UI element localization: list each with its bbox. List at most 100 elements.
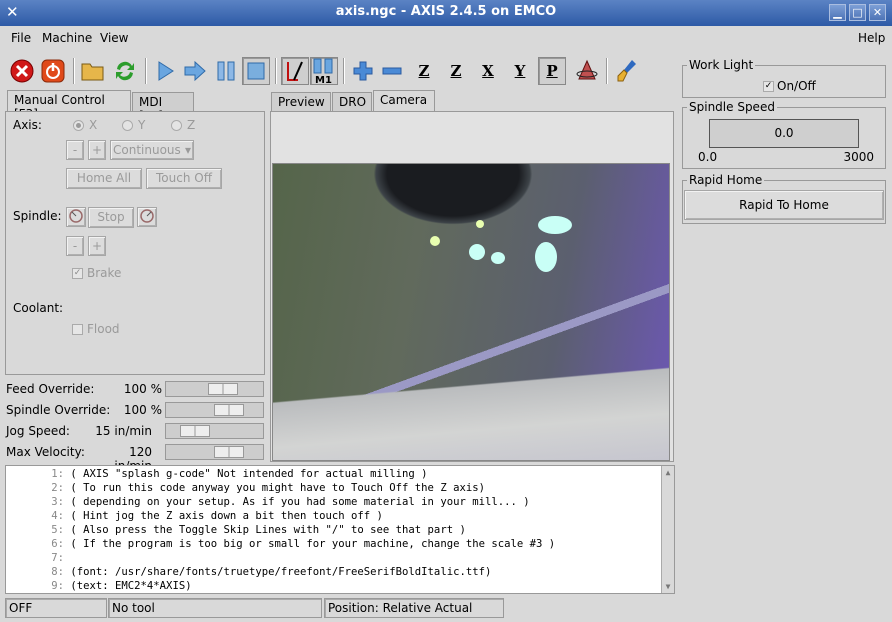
view-p-icon[interactable]: P [538, 57, 566, 85]
reload-icon[interactable] [111, 57, 139, 85]
feed-override-slider[interactable] [165, 381, 264, 397]
code-line[interactable]: 1: ( AXIS "splash g-code" Not intended f… [6, 468, 427, 482]
line-number: 3: [51, 496, 64, 508]
work-light-group: Work Light ✓ On/Off [682, 58, 886, 98]
jog-minus-button[interactable]: - [66, 140, 84, 160]
step-icon[interactable] [181, 57, 209, 85]
rotate-icon[interactable] [573, 57, 601, 85]
rapid-home-group: Rapid Home Rapid To Home [682, 173, 886, 224]
spindle-slower-button[interactable]: - [66, 236, 84, 256]
code-line[interactable]: 7: [6, 552, 70, 566]
code-scrollbar[interactable]: ▲ ▼ [661, 466, 674, 593]
brake-label: Brake [87, 266, 122, 280]
view-z-icon[interactable]: Z [410, 57, 438, 85]
tab-dro[interactable]: DRO [332, 92, 372, 113]
spindle-speed-bar: 0.0 [709, 119, 859, 148]
jog-speed-slider[interactable] [165, 423, 264, 439]
view-z2-icon[interactable]: Z [442, 57, 470, 85]
jog-speed-label: Jog Speed: [6, 424, 70, 438]
flood-checkbox[interactable] [72, 324, 83, 335]
code-text: ( depending on your setup. As if you had… [70, 496, 530, 508]
optional-stop-icon[interactable]: M1 [310, 57, 338, 85]
spindle-faster-button[interactable]: + [88, 236, 106, 256]
menu-file[interactable]: File [11, 31, 31, 45]
minimize-icon[interactable]: ▁ [829, 4, 846, 21]
brake-checkbox[interactable]: ✓ [72, 268, 83, 279]
maximize-icon[interactable]: □ [849, 4, 866, 21]
code-line[interactable]: 3: ( depending on your setup. As if you … [6, 496, 530, 510]
tab-manual-control[interactable]: Manual Control [F3] [7, 90, 131, 121]
zoom-out-icon[interactable] [378, 57, 406, 85]
toolbar-separator [275, 58, 277, 84]
view-y-icon[interactable]: Y [506, 57, 534, 85]
spindle-label: Spindle: [13, 209, 62, 223]
code-line[interactable]: 6: ( If the program is too big or small … [6, 538, 555, 552]
toolbar: M1 Z Z X Y P [0, 54, 676, 88]
home-all-button[interactable]: Home All [66, 168, 142, 189]
jog-plus-button[interactable]: + [88, 140, 106, 160]
rapid-to-home-button[interactable]: Rapid To Home [684, 190, 884, 220]
tab-preview[interactable]: Preview [271, 92, 331, 113]
jog-mode-select[interactable]: Continuous ▾ [110, 140, 194, 160]
menu-view[interactable]: View [100, 31, 128, 45]
status-machine-state: OFF [5, 598, 107, 618]
axis-y-radio[interactable] [122, 120, 133, 131]
code-line[interactable]: 8: (font: /usr/share/fonts/truetype/free… [6, 566, 491, 580]
axis-z-label: Z [187, 118, 196, 132]
tab-camera[interactable]: Camera [373, 90, 435, 113]
camera-highlight [430, 236, 440, 246]
slider-handle[interactable] [208, 383, 238, 395]
slider-handle[interactable] [214, 404, 244, 416]
line-number: 6: [51, 538, 64, 550]
zoom-in-icon[interactable] [349, 57, 377, 85]
code-line[interactable]: 9: (text: EMC2*4*AXIS) [6, 580, 191, 594]
spindle-override-value: 100 % [123, 403, 162, 417]
work-light-on-off-label: On/Off [777, 79, 816, 93]
scroll-down-icon[interactable]: ▼ [663, 581, 673, 592]
tab-mdi[interactable]: MDI [F5] [132, 92, 194, 123]
code-text: ( If the program is too big or small for… [70, 538, 556, 550]
estop-icon[interactable] [8, 57, 36, 85]
run-icon[interactable] [152, 57, 180, 85]
camera-highlight [491, 252, 505, 264]
spindle-cw-icon[interactable] [137, 207, 157, 227]
line-number: 2: [51, 482, 64, 494]
camera-highlight [535, 242, 557, 272]
touch-off-button[interactable]: Touch Off [146, 168, 222, 189]
clear-backplot-icon[interactable] [614, 57, 642, 85]
menu-help[interactable]: Help [858, 31, 885, 45]
slider-handle[interactable] [180, 425, 210, 437]
max-velocity-slider[interactable] [165, 444, 264, 460]
spindle-stop-button[interactable]: Stop [88, 207, 134, 228]
pause-icon[interactable] [212, 57, 240, 85]
line-number: 7: [51, 552, 64, 564]
camera-highlight [476, 220, 484, 228]
jog-speed-value: 15 in/min [95, 424, 152, 438]
work-light-checkbox[interactable]: ✓ [763, 81, 774, 92]
code-line[interactable]: 5: ( Also press the Toggle Skip Lines wi… [6, 524, 466, 538]
code-line[interactable]: 2: ( To run this code anyway you might h… [6, 482, 485, 496]
toggle-skip-icon[interactable] [281, 57, 309, 85]
open-folder-icon[interactable] [79, 57, 107, 85]
scroll-up-icon[interactable]: ▲ [663, 467, 673, 478]
axis-z-radio[interactable] [171, 120, 182, 131]
code-line[interactable]: 4: ( Hint jog the Z axis down a bit then… [6, 510, 383, 524]
axis-x-radio[interactable] [73, 120, 84, 131]
close-icon[interactable]: ✕ [869, 4, 886, 21]
slider-handle[interactable] [214, 446, 244, 458]
title-bar[interactable]: ✕ axis.ngc - AXIS 2.4.5 on EMCO ▁ □ ✕ [0, 0, 892, 26]
camera-highlight [469, 244, 485, 260]
feed-override-value: 100 % [123, 382, 162, 396]
gcode-listing[interactable]: 1: ( AXIS "splash g-code" Not intended f… [5, 465, 675, 594]
power-icon[interactable] [39, 57, 67, 85]
m1-label: M1 [315, 75, 332, 84]
manual-control-panel: Axis: X Y Z - + Continuous ▾ Home All To… [5, 111, 265, 375]
code-text: ( Hint jog the Z axis down a bit then to… [70, 510, 383, 522]
stop-icon[interactable] [242, 57, 270, 85]
camera-surface [273, 340, 669, 460]
menu-machine[interactable]: Machine [42, 31, 92, 45]
spindle-override-slider[interactable] [165, 402, 264, 418]
code-text: (font: /usr/share/fonts/truetype/freefon… [70, 566, 492, 578]
spindle-ccw-icon[interactable] [66, 207, 86, 227]
view-x-icon[interactable]: X [474, 57, 502, 85]
